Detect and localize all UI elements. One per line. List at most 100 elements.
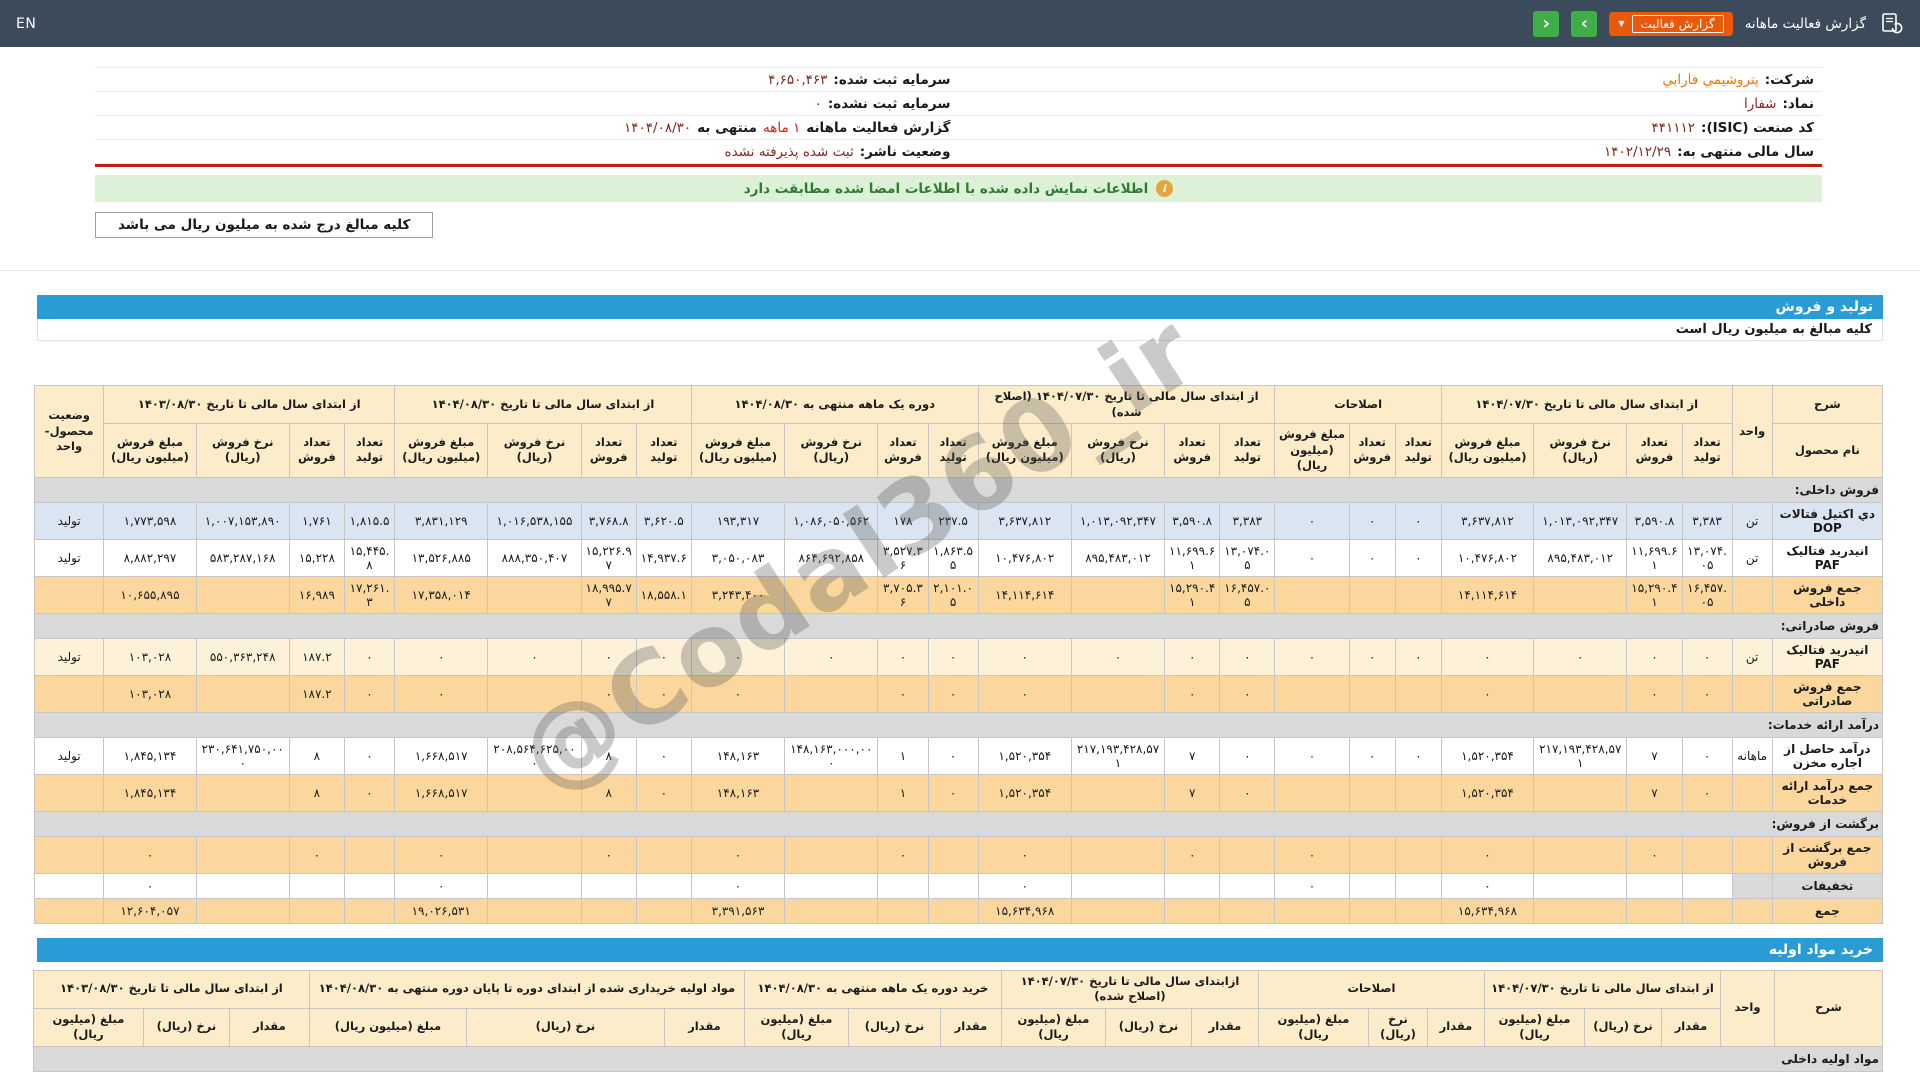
value-cell [1394, 897, 1442, 924]
value-cell: ۱۵,۲۹۰.۴۱ [1626, 575, 1683, 614]
company-info-row: نماد: شفارا [958, 92, 1822, 116]
header-subcolumn: مقدار [228, 1007, 310, 1047]
value-cell: ۰ [927, 736, 979, 775]
value-cell [343, 897, 396, 924]
header-subcolumn: مقدار [1661, 1007, 1721, 1047]
report-document-icon[interactable] [1878, 11, 1904, 37]
amounts-unit-row: کلیه مبالغ به میلیون ریال است [37, 319, 1883, 341]
company-info-row: سرمایه ثبت شده: ۴,۶۵۰,۴۶۳ [95, 68, 959, 92]
section-row: فروش صادراتی: [34, 612, 1883, 639]
header-period-group: اصلاحات [1257, 969, 1485, 1009]
value-cell: ۲۱۷,۱۹۳,۴۲۸,۵۷۱ [1070, 736, 1166, 775]
value-cell [1533, 575, 1628, 614]
unit-cell [1731, 575, 1773, 614]
company-info-row: سرمایه ثبت نشده: ۰ [95, 92, 959, 116]
prev-report-button[interactable]: ‹ [1533, 10, 1560, 37]
value-cell: ۰ [1394, 538, 1442, 577]
value-cell: ۷ [1626, 773, 1683, 812]
value-cell: ۰ [1348, 501, 1396, 540]
section-row: درآمد ارائه خدمات: [34, 711, 1883, 738]
info-value: ۱۴۰۲/۱۲/۲۹ [1603, 143, 1672, 160]
value-cell: ۰ [288, 835, 345, 874]
value-cell: ۱۷,۲۶۱.۳ [343, 575, 396, 614]
header-subcolumn: مبلغ فروش (میلیون ریال) [1274, 423, 1350, 478]
red-divider [95, 164, 1822, 167]
info-label: کد صنعت (ISIC): [1701, 119, 1814, 136]
value-cell: ۰ [1274, 872, 1350, 899]
report-type-dropdown[interactable]: گزارش فعالیت ▼ [1609, 11, 1733, 36]
value-cell: ۱,۶۶۸,۵۱۷ [394, 773, 489, 812]
value-cell [195, 897, 290, 924]
value-cell [487, 872, 582, 899]
header-period-group: از ابتدای سال مالی تا تاریخ ۱۴۰۴/۰۷/۳۰ [1483, 969, 1722, 1009]
value-cell [487, 575, 582, 614]
info-value: شفارا [1743, 95, 1777, 112]
company-info-right: شرکت: پتروشيمي فارابي نماد: شفارا کد صنعت (I… [958, 68, 1822, 164]
value-cell: ۱,۵۲۰,۳۵۴ [1440, 773, 1535, 812]
value-cell: ۰ [1348, 538, 1396, 577]
value-cell: ۳,۷۰۵.۳۶ [877, 575, 929, 614]
value-cell: ۰ [977, 637, 1072, 676]
info-label: سرمایه ثبت شده: [833, 71, 951, 88]
value-cell: ۰ [1440, 674, 1535, 713]
value-cell: ۱ [877, 773, 929, 812]
info-icon: i [1156, 180, 1174, 197]
value-cell: ۰ [394, 835, 489, 874]
value-cell: ۰ [877, 637, 929, 676]
value-cell: ۲۳۰,۶۴۱,۷۵۰,۰۰۰ [195, 736, 290, 775]
header-subcolumn: تعداد تولید [927, 423, 979, 478]
next-report-button[interactable]: › [1571, 10, 1598, 37]
value-cell: ۱۵,۲۲۸ [288, 538, 345, 577]
value-cell: ۰ [1164, 674, 1221, 713]
status-cell: تولید [33, 637, 105, 676]
language-toggle-en[interactable]: EN [16, 16, 36, 32]
header-subcolumn: نرخ فروش (ریال) [1070, 423, 1166, 478]
value-cell: ۰ [1274, 637, 1350, 676]
value-cell: ۱,۷۶۱ [288, 501, 345, 540]
value-cell: ۰ [635, 674, 692, 713]
row-label: جمع فروش صادراتی [1771, 674, 1884, 713]
header-subcolumn: مقدار [939, 1007, 1002, 1047]
header-unit: واحد [1731, 385, 1773, 478]
company-info-columns: شرکت: پتروشيمي فارابي نماد: شفارا کد صنعت (I… [95, 67, 1822, 164]
value-cell: ۰ [1348, 736, 1396, 775]
value-cell: ۰ [1394, 736, 1442, 775]
value-cell: ۱۱,۶۹۹.۶۱ [1626, 538, 1683, 577]
value-cell: ۱۸,۵۵۸.۱ [635, 575, 692, 614]
signature-match-banner: i اطلاعات نمایش داده شده با اطلاعات امضا… [95, 175, 1822, 202]
unit-cell: تن [1731, 538, 1773, 577]
value-cell: ۰ [1440, 835, 1535, 874]
value-cell [1626, 897, 1683, 924]
header-subcolumn: نرخ (ریال) [1367, 1007, 1428, 1047]
header-subcolumn: مبلغ (میلیون ریال) [308, 1007, 467, 1047]
info-value: ۰ [814, 95, 822, 112]
row-label: جمع درآمد ارائه خدمات [1771, 773, 1884, 812]
header-subcolumn: تعداد فروش [1348, 423, 1396, 478]
value-cell: ۱ [877, 736, 929, 775]
value-cell: ۰ [690, 674, 786, 713]
value-cell: ۰ [635, 773, 692, 812]
value-cell: ۰ [1681, 773, 1733, 812]
value-cell: ۳,۵۲۷.۳۶ [877, 538, 929, 577]
purchase-table-zone: شرح واحد از ابتدای سال مالی تا تاریخ ۱۴۰۴/… [32, 969, 1884, 1072]
value-cell: ۱۶,۴۵۷.۰۵ [1219, 575, 1276, 614]
info-label: نماد: [1782, 95, 1814, 112]
value-cell: ۳,۳۹۱,۵۶۳ [690, 897, 786, 924]
status-cell [33, 773, 105, 812]
header-unit: واحد [1720, 969, 1775, 1047]
row-label: جمع برگشت از فروش [1771, 835, 1884, 874]
value-cell: ۱۹,۰۲۶,۵۳۱ [394, 897, 489, 924]
status-cell [33, 674, 105, 713]
value-cell: ۱۰,۴۷۶,۸۰۲ [977, 538, 1072, 577]
header-period-group: از ابتدای سال مالی تا تاریخ ۱۴۰۴/۰۷/۳۰ (… [977, 384, 1276, 425]
section-row: فروش داخلی: [34, 476, 1883, 503]
company-info-row: وضعیت ناشر: ثبت شده پذیرفته نشده [95, 140, 959, 164]
value-cell [784, 575, 879, 614]
value-cell: ۳,۰۵۰,۰۸۳ [690, 538, 786, 577]
value-cell: ۱۳,۰۷۴.۰۵ [1681, 538, 1733, 577]
value-cell: ۵۸۳,۲۸۷,۱۶۸ [195, 538, 290, 577]
header-period-group: مواد اولیه خریداری شده از ابتدای دوره تا… [308, 969, 745, 1009]
info-label: منتهی به [697, 119, 758, 136]
header-subcolumn: نرخ فروش (ریال) [487, 423, 582, 478]
value-cell [927, 872, 979, 899]
